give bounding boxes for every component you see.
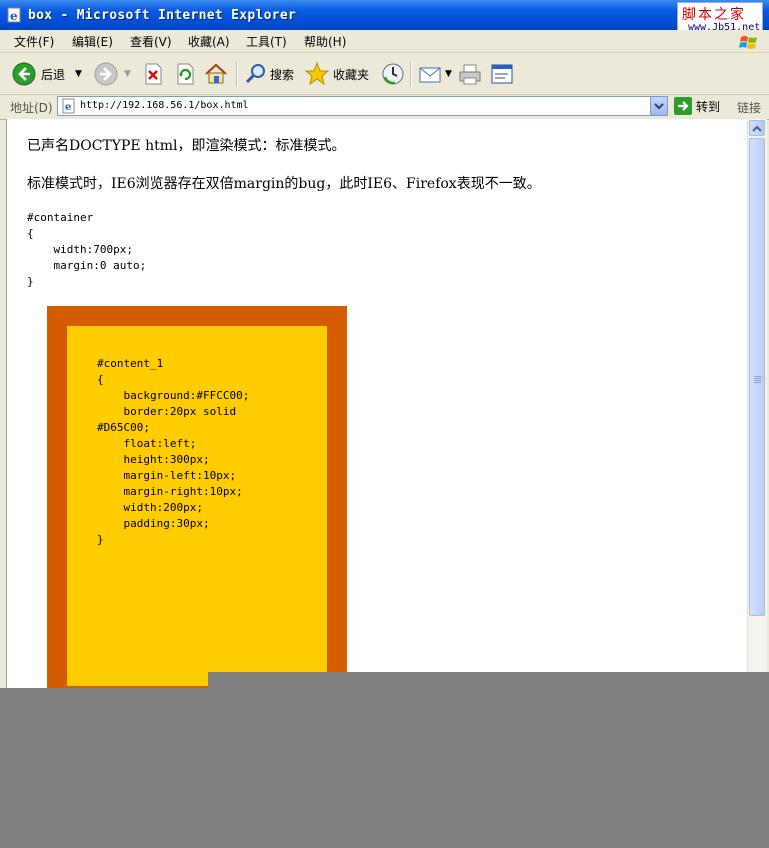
stop-icon xyxy=(145,63,162,85)
favorites-button[interactable]: 收藏夹 xyxy=(304,60,369,88)
menu-tools[interactable]: 工具(T) xyxy=(246,33,287,50)
address-label: 地址(D) xyxy=(10,101,53,115)
content-box-border: #content_1 { background:#FFCC00; border:… xyxy=(47,306,347,688)
windows-logo-icon xyxy=(739,36,757,49)
window-title: box - Microsoft Internet Explorer xyxy=(28,8,297,23)
stop-button[interactable] xyxy=(142,60,164,88)
links-label[interactable]: 链接 xyxy=(737,99,761,116)
search-button[interactable]: 搜索 xyxy=(244,60,294,88)
mail-dropdown-icon[interactable]: ▼ xyxy=(445,69,452,79)
toolbar-separator xyxy=(236,61,238,87)
refresh-button[interactable] xyxy=(174,60,196,88)
svg-text:e: e xyxy=(65,102,71,113)
menu-favorites[interactable]: 收藏(A) xyxy=(188,33,230,50)
content-css-code: #content_1 { background:#FFCC00; border:… xyxy=(97,357,250,546)
back-dropdown-icon[interactable]: ▼ xyxy=(75,69,82,79)
address-input[interactable]: e http://192.168.56.1/box.html xyxy=(57,96,668,116)
edit-button[interactable] xyxy=(490,60,514,88)
scroll-thumb[interactable] xyxy=(749,138,765,616)
menu-view[interactable]: 查看(V) xyxy=(130,33,172,50)
history-icon xyxy=(382,63,404,85)
star-icon xyxy=(304,61,330,86)
search-label: 搜索 xyxy=(270,67,295,82)
chevron-up-icon xyxy=(752,125,762,132)
search-icon xyxy=(245,64,265,84)
home-icon xyxy=(205,63,227,84)
home-button[interactable] xyxy=(204,60,228,88)
container-css-code: #container { width:700px; margin:0 auto;… xyxy=(27,211,147,288)
back-button[interactable]: 后退 ▼ xyxy=(12,60,82,88)
render-mode-text: 已声名DOCTYPE html，即渲染模式：标准模式。 xyxy=(27,138,346,154)
print-button[interactable] xyxy=(458,60,482,88)
back-arrow-icon xyxy=(12,62,36,86)
page-icon: e xyxy=(62,98,75,114)
edit-page-icon xyxy=(491,64,513,84)
menu-file[interactable]: 文件(F) xyxy=(14,33,54,50)
refresh-icon xyxy=(177,63,194,85)
address-bar: 地址(D) e http://192.168.56.1/box.html 转到 … xyxy=(0,95,769,120)
history-button[interactable] xyxy=(381,60,405,88)
ie-icon: e xyxy=(7,7,21,23)
menu-help[interactable]: 帮助(H) xyxy=(304,33,346,50)
address-url: http://192.168.56.1/box.html xyxy=(80,100,249,111)
title-bar: e box - Microsoft Internet Explorer 脚本之家… xyxy=(0,0,769,38)
mail-button[interactable]: ▼ xyxy=(418,60,452,88)
content-box: #content_1 { background:#FFCC00; border:… xyxy=(67,326,327,686)
forward-arrow-icon xyxy=(94,62,118,86)
forward-button[interactable]: ▼ xyxy=(94,60,131,88)
go-button[interactable]: 转到 xyxy=(674,97,720,115)
browser-window: e box - Microsoft Internet Explorer 脚本之家… xyxy=(0,0,769,688)
printer-icon xyxy=(459,64,481,85)
scroll-up-button[interactable] xyxy=(749,120,765,136)
mail-icon xyxy=(419,67,441,83)
vertical-scrollbar[interactable] xyxy=(747,119,767,688)
standard-toolbar: 后退 ▼ ▼ 搜索 收藏夹 ▼ xyxy=(0,53,769,95)
address-dropdown-button[interactable] xyxy=(650,97,667,115)
go-label: 转到 xyxy=(696,99,721,114)
toolbar-separator xyxy=(410,61,412,87)
go-arrow-icon xyxy=(674,97,692,115)
back-label: 后退 xyxy=(41,67,66,82)
svg-text:e: e xyxy=(10,9,18,23)
bug-description-text: 标准模式时，IE6浏览器存在双倍margin的bug，此时IE6、Firefox… xyxy=(27,176,541,192)
favorites-label: 收藏夹 xyxy=(333,67,370,82)
overlay-region xyxy=(208,672,769,688)
chevron-down-icon xyxy=(654,103,664,110)
menu-edit[interactable]: 编辑(E) xyxy=(72,33,113,50)
forward-dropdown-icon[interactable]: ▼ xyxy=(124,69,131,79)
menu-bar: 文件(F) 编辑(E) 查看(V) 收藏(A) 工具(T) 帮助(H) xyxy=(0,30,769,53)
page-viewport: 已声名DOCTYPE html，即渲染模式：标准模式。 标准模式时，IE6浏览器… xyxy=(6,119,747,688)
